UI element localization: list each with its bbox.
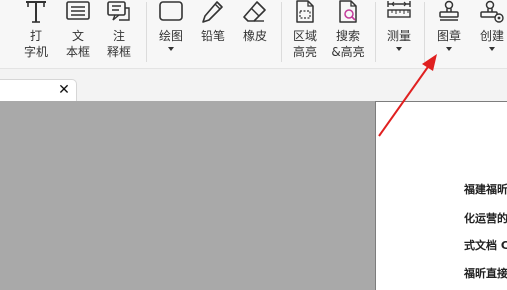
drawing-button[interactable]: 绘图 bbox=[153, 0, 189, 68]
area-highlight-button[interactable]: 区域 高亮 bbox=[287, 0, 323, 68]
chevron-down-icon[interactable] bbox=[489, 47, 495, 51]
search-highlight-button[interactable]: 搜索 &高亮 bbox=[328, 0, 368, 68]
create-stamp-button[interactable]: 创建 bbox=[474, 0, 507, 68]
stamp-button[interactable]: 图章 bbox=[431, 0, 467, 68]
toolbar-divider bbox=[424, 2, 425, 62]
stamp-label: 图章 bbox=[436, 29, 461, 43]
document-text-line: 福昕直接 bbox=[464, 267, 507, 280]
stamp-icon bbox=[436, 0, 462, 28]
document-tab[interactable]: ✕ bbox=[0, 79, 77, 102]
toolbar-divider bbox=[375, 2, 376, 62]
area-highlight-icon bbox=[292, 0, 318, 28]
eraser-label: 橡皮 bbox=[242, 29, 267, 43]
typewriter-button[interactable]: 打 字机 bbox=[18, 0, 54, 68]
typewriter-label-1: 打 bbox=[29, 29, 42, 43]
note-label-2: 释框 bbox=[106, 45, 131, 59]
create-stamp-label: 创建 bbox=[479, 29, 504, 43]
textbox-icon bbox=[65, 0, 91, 28]
typewriter-label-2: 字机 bbox=[23, 45, 48, 59]
ruler-icon bbox=[386, 0, 412, 28]
chevron-down-icon[interactable] bbox=[168, 47, 174, 51]
textbox-label-2: 本框 bbox=[65, 45, 90, 59]
search-highlight-label-1: 搜索 bbox=[335, 29, 360, 43]
measure-button[interactable]: 测量 bbox=[381, 0, 417, 68]
document-page[interactable]: 福建福昕 化运营的 式文档 C 福昕直接 bbox=[375, 101, 507, 290]
document-text-line: 式文档 C bbox=[464, 239, 507, 252]
textbox-button[interactable]: 文 本框 bbox=[60, 0, 96, 68]
area-highlight-label-1: 区域 bbox=[292, 29, 317, 43]
search-highlight-label-2: &高亮 bbox=[331, 45, 365, 59]
chevron-down-icon[interactable] bbox=[446, 47, 452, 51]
toolbar-divider bbox=[281, 2, 282, 62]
document-text-line: 化运营的 bbox=[464, 212, 507, 225]
rectangle-icon bbox=[158, 0, 184, 28]
pencil-label: 铅笔 bbox=[200, 29, 225, 43]
eraser-button[interactable]: 橡皮 bbox=[237, 0, 273, 68]
area-highlight-label-2: 高亮 bbox=[292, 45, 317, 59]
document-text-line: 福建福昕 bbox=[464, 183, 507, 196]
pencil-icon bbox=[200, 0, 226, 28]
annotation-toolbar: 打 字机 文 本框 注 释框 绘图 铅笔 橡皮 区域 高亮 搜索 &高亮 测量 … bbox=[0, 0, 507, 68]
document-tab-strip: ✕ bbox=[0, 68, 507, 102]
chevron-down-icon[interactable] bbox=[396, 47, 402, 51]
eraser-icon bbox=[242, 0, 268, 28]
search-highlight-icon bbox=[335, 0, 361, 28]
note-button[interactable]: 注 释框 bbox=[101, 0, 137, 68]
measure-label: 测量 bbox=[386, 29, 411, 43]
pencil-button[interactable]: 铅笔 bbox=[195, 0, 231, 68]
textbox-label-1: 文 bbox=[71, 29, 84, 43]
note-icon bbox=[106, 0, 132, 28]
close-icon[interactable]: ✕ bbox=[57, 82, 71, 98]
toolbar-divider bbox=[146, 2, 147, 62]
stamp-settings-icon bbox=[479, 0, 505, 28]
note-label-1: 注 bbox=[112, 29, 125, 43]
typewriter-icon bbox=[23, 0, 49, 28]
drawing-label: 绘图 bbox=[158, 29, 183, 43]
